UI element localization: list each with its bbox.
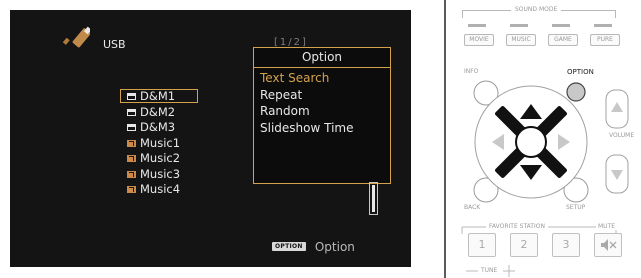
- list-item[interactable]: D&M2: [127, 105, 180, 121]
- source-label: USB: [103, 38, 126, 51]
- option-random[interactable]: Random: [260, 103, 353, 120]
- list-item-label: D&M3: [140, 120, 176, 134]
- tune-label: TUNE: [481, 267, 498, 274]
- list-item-label: Music2: [140, 151, 181, 165]
- list-item[interactable]: Music4: [127, 182, 180, 198]
- list-item-label: Music4: [140, 182, 181, 196]
- favorite-station-label: FAVORITE STATION: [486, 223, 548, 230]
- list-item[interactable]: D&M1: [119, 89, 199, 105]
- list-item-label: D&M2: [140, 104, 176, 119]
- music-file-icon: [127, 155, 136, 162]
- remote-control: SOUND MODE MOVIE MUSIC GAME PURE INFO OP…: [448, 0, 641, 278]
- option-hint: OPTION Option: [272, 236, 355, 255]
- mute-label: MUTE: [596, 223, 618, 230]
- option-menu: Option Text Search Repeat Random Slidesh…: [253, 47, 391, 184]
- preset-2-button[interactable]: 2: [510, 233, 538, 257]
- folder-icon: [127, 108, 136, 116]
- mute-button[interactable]: [594, 233, 622, 257]
- folder-icon: [127, 93, 136, 100]
- option-text-search[interactable]: Text Search: [260, 70, 353, 87]
- list-item-label: D&M1: [140, 89, 176, 103]
- music-file-icon: [127, 139, 136, 147]
- music-file-icon: [127, 186, 136, 193]
- file-list: D&M1 D&M2 D&M3 Music1 Music2 Music3 Musi…: [119, 89, 199, 198]
- enter-button[interactable]: [515, 126, 547, 158]
- folder-icon: [127, 124, 136, 131]
- usb-icon: [62, 26, 90, 48]
- option-menu-title: Option: [254, 48, 390, 68]
- list-item[interactable]: Music1: [127, 136, 180, 152]
- option-slideshow-time[interactable]: Slideshow Time: [260, 120, 353, 137]
- option-repeat[interactable]: Repeat: [260, 87, 353, 104]
- list-item-label: Music3: [140, 166, 181, 181]
- preset-3-button[interactable]: 3: [552, 233, 580, 257]
- mute-icon: [601, 239, 617, 251]
- divider: [444, 0, 446, 278]
- osd-screen: USB [1/2] D&M1 D&M2 D&M3 Music1 Music2 M…: [10, 10, 411, 267]
- music-file-icon: [127, 170, 136, 178]
- scrollbar[interactable]: [369, 182, 378, 215]
- list-item[interactable]: D&M3: [127, 120, 180, 136]
- preset-1-button[interactable]: 1: [468, 233, 496, 257]
- option-button[interactable]: [566, 82, 586, 102]
- list-item-label: Music1: [140, 135, 181, 150]
- option-button-icon: OPTION: [272, 242, 306, 251]
- list-item[interactable]: Music2: [127, 151, 180, 167]
- option-hint-text: Option: [314, 239, 355, 254]
- list-item[interactable]: Music3: [127, 167, 180, 183]
- scrollbar-thumb[interactable]: [372, 185, 375, 212]
